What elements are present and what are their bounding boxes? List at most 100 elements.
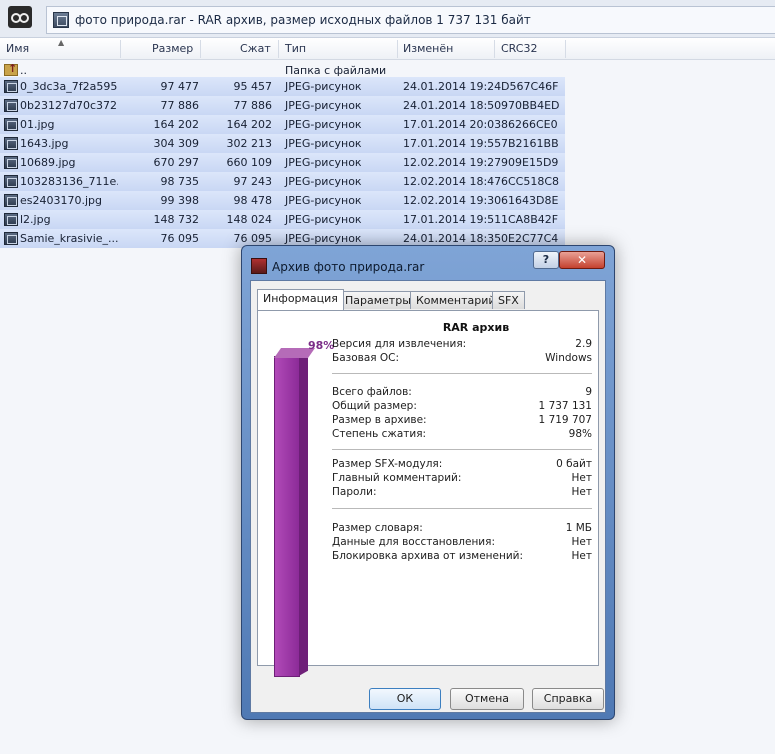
help-dialog-button[interactable]: Справка (532, 688, 604, 710)
info-row: Блокировка архива от изменений: Нет (332, 550, 592, 564)
info-value: 1 МБ (565, 522, 592, 534)
archive-type-heading: RAR архив (442, 321, 510, 334)
column-divider[interactable] (494, 40, 495, 58)
table-row[interactable]: 1643.jpg 304 309 302 213 JPEG-рисунок 17… (0, 134, 565, 153)
file-crc: 86266CE0 (501, 118, 558, 131)
file-modified: 17.01.2014 19:51 (403, 213, 502, 226)
info-label: Размер в архиве: (332, 414, 427, 426)
column-header-modified[interactable]: Изменён (403, 42, 453, 55)
file-packed: 98 478 (233, 194, 273, 207)
image-file-icon (4, 213, 18, 226)
info-panel: 98% RAR архив Версия для извлечения: 2.9… (257, 310, 599, 677)
column-divider[interactable] (200, 40, 201, 58)
tab-parameters[interactable]: Параметры (339, 291, 417, 309)
column-divider[interactable] (397, 40, 398, 58)
file-packed: 77 886 (233, 99, 273, 112)
table-row[interactable]: 01.jpg 164 202 164 202 JPEG-рисунок 17.0… (0, 115, 565, 134)
file-crc: 909E15D9 (501, 156, 559, 169)
file-size: 670 297 (153, 156, 200, 169)
folder-up-icon (4, 62, 18, 76)
ratio-bar-front (274, 356, 300, 677)
info-label: Версия для извлечения: (332, 338, 467, 350)
file-crc: 7B2161BB (501, 137, 559, 150)
file-type: JPEG-рисунок (285, 80, 362, 93)
image-file-icon (4, 232, 18, 245)
file-size: 76 095 (160, 232, 200, 245)
file-name: 0_3dc3a_7f2a595... (20, 80, 118, 93)
ratio-bar-side (300, 349, 308, 676)
info-value: 9 (585, 386, 592, 398)
table-row[interactable]: 0_3dc3a_7f2a595... 97 477 95 457 JPEG-ри… (0, 77, 565, 96)
image-file-icon (4, 118, 18, 131)
file-size: 97 477 (160, 80, 200, 93)
info-row: Степень сжатия: 98% (332, 428, 592, 442)
file-crc: 0E2C77C4 (501, 232, 559, 245)
sort-ascending-icon: ▲ (58, 38, 65, 47)
file-modified: 12.02.2014 18:47 (403, 175, 502, 188)
column-divider[interactable] (565, 40, 566, 58)
info-row: Версия для извлечения: 2.9 (332, 338, 592, 352)
table-row[interactable]: es2403170.jpg 99 398 98 478 JPEG-рисунок… (0, 191, 565, 210)
info-label: Размер SFX-модуля: (332, 458, 443, 470)
column-divider[interactable] (120, 40, 121, 58)
info-value: 0 байт (556, 458, 592, 470)
image-file-icon (4, 80, 18, 93)
table-row[interactable]: 103283136_711e... 98 735 97 243 JPEG-рис… (0, 172, 565, 191)
file-type: JPEG-рисунок (285, 213, 362, 226)
cancel-button[interactable]: Отмена (450, 688, 524, 710)
file-name: Samie_krasivie_... (20, 232, 118, 245)
file-size: 148 732 (153, 213, 200, 226)
file-modified: 24.01.2014 19:24 (403, 80, 502, 93)
info-value: Нет (571, 472, 592, 484)
file-modified: 17.01.2014 19:55 (403, 137, 502, 150)
file-size: 304 309 (153, 137, 200, 150)
file-crc: 1CA8B42F (501, 213, 559, 226)
file-name: l2.jpg (20, 213, 51, 226)
dialog-title: Архив фото природа.rar (272, 260, 425, 274)
column-header-name[interactable]: Имя (6, 42, 29, 55)
table-row[interactable]: 0b23127d70c372... 77 886 77 886 JPEG-рис… (0, 96, 565, 115)
file-modified: 12.02.2014 19:30 (403, 194, 502, 207)
table-row[interactable]: 10689.jpg 670 297 660 109 JPEG-рисунок 1… (0, 153, 565, 172)
help-button[interactable]: ? (533, 251, 559, 269)
info-row: Пароли: Нет (332, 486, 592, 500)
column-header-packed[interactable]: Сжат (240, 42, 271, 55)
file-packed: 148 024 (226, 213, 273, 226)
app-logo-icon[interactable] (8, 6, 32, 28)
column-divider[interactable] (278, 40, 279, 58)
image-file-icon (4, 194, 18, 207)
info-label: Общий размер: (332, 400, 417, 412)
file-name: 1643.jpg (20, 137, 69, 150)
close-button[interactable]: ✕ (559, 251, 605, 269)
file-type: Папка с файлами (285, 64, 387, 77)
table-row[interactable]: l2.jpg 148 732 148 024 JPEG-рисунок 17.0… (0, 210, 565, 229)
archive-path-tab[interactable]: фото природа.rar - RAR архив, размер исх… (46, 6, 775, 34)
ok-button[interactable]: ОК (369, 688, 441, 710)
file-crc: D567C46F (501, 80, 559, 93)
image-file-icon (4, 99, 18, 112)
group-divider (332, 508, 592, 509)
archive-info-dialog: Архив фото природа.rar ? ✕ Информация Па… (241, 245, 615, 720)
compression-ratio-bar (274, 341, 316, 681)
tab-comment[interactable]: Комментарий (410, 291, 502, 309)
tab-info[interactable]: Информация (257, 289, 344, 310)
file-packed: 660 109 (226, 156, 273, 169)
file-modified: 24.01.2014 18:35 (403, 232, 502, 245)
info-row: Данные для восстановления: Нет (332, 536, 592, 550)
column-header-crc[interactable]: CRC32 (501, 42, 537, 55)
info-value: 1 719 707 (538, 414, 592, 426)
file-type: JPEG-рисунок (285, 175, 362, 188)
file-packed: 302 213 (226, 137, 273, 150)
dialog-body: Информация Параметры Комментарий SFX 98%… (250, 280, 606, 713)
window-title: фото природа.rar - RAR архив, размер исх… (75, 13, 531, 27)
file-size: 99 398 (160, 194, 200, 207)
tab-sfx[interactable]: SFX (492, 291, 525, 309)
image-file-icon (4, 137, 18, 150)
image-file-icon (4, 175, 18, 188)
group-divider (332, 449, 592, 450)
column-header-type[interactable]: Тип (285, 42, 306, 55)
file-type: JPEG-рисунок (285, 232, 362, 245)
column-header-size[interactable]: Размер (152, 42, 193, 55)
file-size: 164 202 (153, 118, 200, 131)
file-type: JPEG-рисунок (285, 137, 362, 150)
